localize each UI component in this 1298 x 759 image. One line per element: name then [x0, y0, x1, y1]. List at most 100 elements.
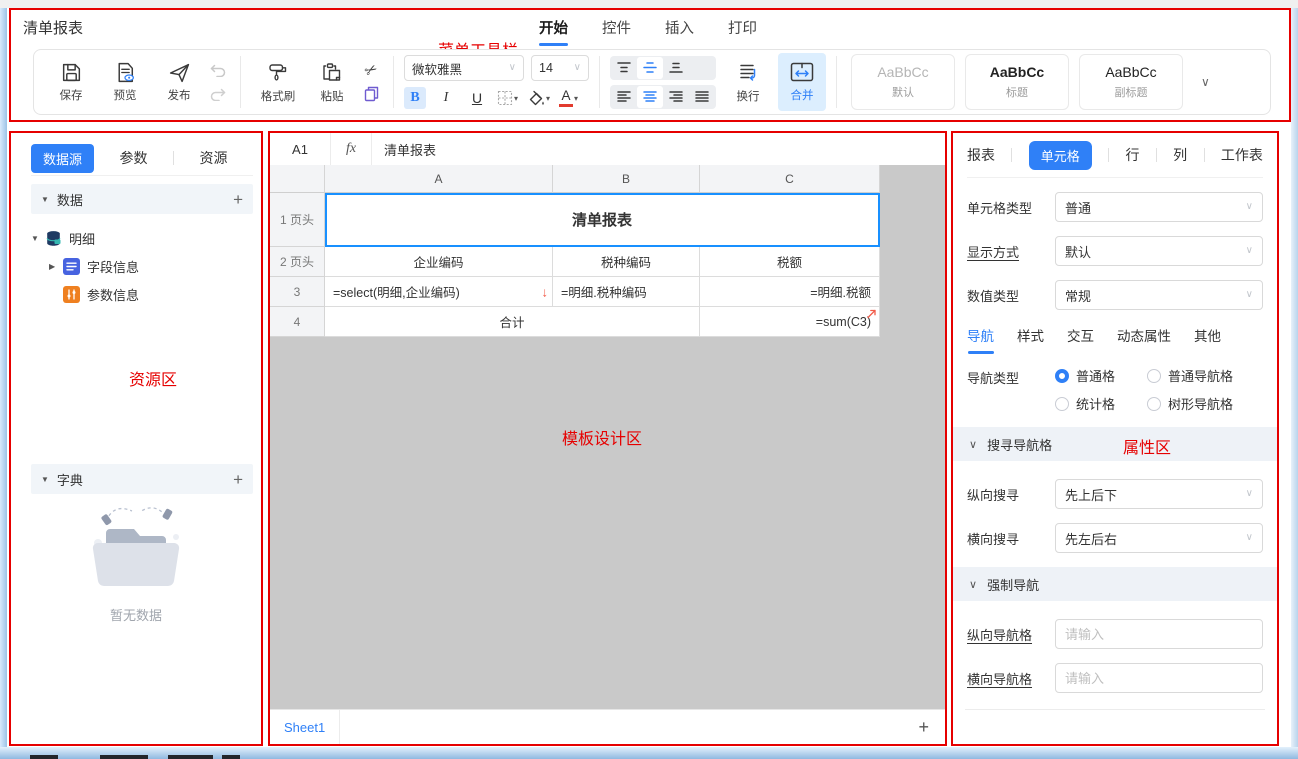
- tab-datasource[interactable]: 数据源: [31, 144, 94, 173]
- copy-icon[interactable]: [361, 86, 381, 102]
- h-nav-input[interactable]: [1055, 663, 1263, 693]
- search-nav-section-header[interactable]: ∨ 搜寻导航格 属性区: [953, 427, 1277, 461]
- style-more-chevron-icon[interactable]: ∨: [1201, 75, 1210, 89]
- cell-type-select[interactable]: 普通 ∨: [1055, 192, 1263, 222]
- tree-item-params[interactable]: 参数信息: [31, 280, 253, 308]
- annotation-props-label: 属性区: [1123, 434, 1171, 458]
- chevron-down-icon: ▾: [514, 94, 518, 103]
- dict-section-header[interactable]: ▼ 字典 +: [31, 464, 253, 494]
- align-left-button[interactable]: [611, 86, 637, 108]
- h-nav-field: 横向导航格: [967, 663, 1263, 693]
- preview-button[interactable]: 预览: [98, 53, 152, 111]
- merge-cells-button[interactable]: 合并: [778, 53, 826, 111]
- style-preset-title[interactable]: AaBbCc 标题: [965, 54, 1069, 110]
- underline-button[interactable]: U: [466, 87, 488, 109]
- cell-b3[interactable]: =明细.税种编码: [553, 277, 700, 307]
- sheet-canvas[interactable]: 1 页头 清单报表 2 页头 企业编码 税种编码 税额 3 =select(明细…: [270, 193, 945, 710]
- menu-tab-insert[interactable]: 插入: [665, 17, 694, 46]
- valign-top-button[interactable]: [611, 57, 637, 79]
- wrap-text-button[interactable]: 换行: [724, 53, 772, 111]
- tab-column[interactable]: 列: [1173, 145, 1187, 165]
- v-search-select[interactable]: 先上后下 ∨: [1055, 479, 1263, 509]
- undo-icon[interactable]: [208, 62, 228, 78]
- fill-color-button[interactable]: ▾: [527, 90, 550, 107]
- add-sheet-button[interactable]: +: [918, 717, 929, 738]
- tree-item-detail[interactable]: ▼ 明细: [31, 224, 253, 252]
- menu-tab-start[interactable]: 开始: [539, 17, 568, 46]
- fx-icon[interactable]: fx: [331, 133, 372, 165]
- cell-c4[interactable]: =sum(C3): [700, 307, 880, 337]
- h-search-select[interactable]: 先左后右 ∨: [1055, 523, 1263, 553]
- cell-reference[interactable]: A1: [270, 133, 331, 165]
- italic-button[interactable]: I: [435, 87, 457, 109]
- redo-icon[interactable]: [208, 86, 228, 102]
- window-border-left: [0, 8, 7, 748]
- tab-cell[interactable]: 单元格: [1029, 141, 1092, 170]
- force-nav-section-header[interactable]: ∨ 强制导航: [953, 567, 1277, 601]
- radio-stat-cell[interactable]: 统计格: [1055, 394, 1143, 413]
- add-dict-button[interactable]: +: [233, 471, 243, 488]
- wrap-text-icon: [736, 61, 760, 85]
- borders-button[interactable]: ▾: [497, 90, 518, 106]
- corner-cell[interactable]: [270, 165, 325, 193]
- formula-input[interactable]: 清单报表: [372, 133, 436, 165]
- data-section-header[interactable]: ▼ 数据 +: [31, 184, 253, 214]
- paste-button[interactable]: 粘贴: [305, 53, 359, 111]
- cell-c2[interactable]: 税额: [700, 247, 880, 277]
- cell-a1-title[interactable]: 清单报表: [325, 193, 880, 247]
- row-header-2[interactable]: 2 页头: [270, 247, 325, 277]
- font-family-select[interactable]: 微软雅黑 ∨: [404, 55, 524, 81]
- align-center-button[interactable]: [637, 86, 663, 108]
- cut-icon[interactable]: ✂: [361, 62, 381, 78]
- tab-parameters[interactable]: 参数: [94, 148, 173, 168]
- radio-normal-cell[interactable]: 普通格: [1055, 366, 1143, 385]
- format-painter-button[interactable]: 格式刷: [251, 53, 305, 111]
- tab-report[interactable]: 报表: [967, 145, 995, 165]
- row-header-1[interactable]: 1 页头: [270, 193, 325, 247]
- cell-a2[interactable]: 企业编码: [325, 247, 553, 277]
- number-type-select[interactable]: 常规 ∨: [1055, 280, 1263, 310]
- cell-c3[interactable]: =明细.税额: [700, 277, 880, 307]
- row-header-4[interactable]: 4: [270, 307, 325, 337]
- subtab-other[interactable]: 其他: [1194, 325, 1221, 354]
- panel-divider: [965, 709, 1265, 710]
- cell-a3[interactable]: =select(明细,企业编码) ↓: [325, 277, 553, 307]
- save-button[interactable]: 保存: [44, 53, 98, 111]
- publish-button[interactable]: 发布: [152, 53, 206, 111]
- style-preset-subtitle[interactable]: AaBbCc 副标题: [1079, 54, 1183, 110]
- radio-icon: [1147, 397, 1161, 411]
- valign-bottom-button[interactable]: [663, 57, 689, 79]
- cell-ab4-total[interactable]: 合计: [325, 307, 700, 337]
- subtab-navigation[interactable]: 导航: [967, 325, 994, 354]
- align-justify-button[interactable]: [689, 86, 715, 108]
- radio-tree-nav-cell[interactable]: 树形导航格: [1147, 394, 1233, 413]
- subtab-interaction[interactable]: 交互: [1067, 325, 1094, 354]
- radio-normal-nav-cell[interactable]: 普通导航格: [1147, 366, 1233, 385]
- menu-tab-controls[interactable]: 控件: [602, 17, 631, 46]
- v-nav-field: 纵向导航格: [967, 619, 1263, 649]
- column-header-c[interactable]: C: [700, 165, 880, 193]
- column-header-a[interactable]: A: [325, 165, 553, 193]
- font-color-button[interactable]: A ▾: [559, 89, 578, 107]
- style-preset-default[interactable]: AaBbCc 默认: [851, 54, 955, 110]
- menu-tab-print[interactable]: 打印: [728, 17, 757, 46]
- column-header-b[interactable]: B: [553, 165, 700, 193]
- sheet-tab[interactable]: Sheet1: [270, 710, 340, 744]
- align-right-button[interactable]: [663, 86, 689, 108]
- cell-b2[interactable]: 税种编码: [553, 247, 700, 277]
- toolbar-divider: [836, 56, 837, 108]
- row-header-3[interactable]: 3: [270, 277, 325, 307]
- tree-item-fields[interactable]: ▶ 字段信息: [31, 252, 253, 280]
- display-mode-select[interactable]: 默认 ∨: [1055, 236, 1263, 266]
- font-size-select[interactable]: 14 ∨: [531, 55, 589, 81]
- subtab-dynamic[interactable]: 动态属性: [1117, 325, 1171, 354]
- tab-row[interactable]: 行: [1125, 145, 1139, 165]
- tab-resources[interactable]: 资源: [174, 148, 253, 168]
- add-datasource-button[interactable]: +: [233, 191, 243, 208]
- caret-down-icon: ▼: [41, 195, 49, 204]
- tab-worksheet[interactable]: 工作表: [1221, 145, 1263, 165]
- v-nav-input[interactable]: [1055, 619, 1263, 649]
- subtab-style[interactable]: 样式: [1017, 325, 1044, 354]
- valign-middle-button[interactable]: [637, 57, 663, 79]
- bold-button[interactable]: B: [404, 87, 426, 109]
